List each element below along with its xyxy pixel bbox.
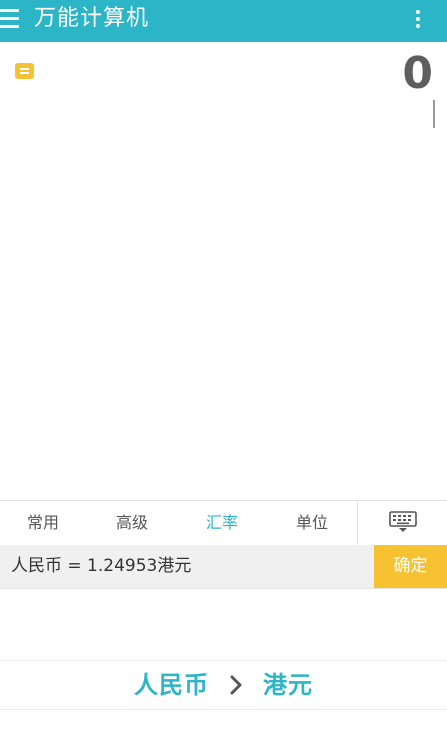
history-list-icon[interactable]: [15, 63, 34, 79]
calculator-app: 万能计算机 0 常用 高级 汇率 单位 人民币 = 1.24953港元 确定 人…: [0, 0, 447, 730]
divider: [0, 709, 447, 710]
display-value: 0: [402, 48, 433, 99]
keyboard-hide-icon: [389, 511, 417, 532]
exchange-input-row[interactable]: 人民币 = 1.24953港元 确定: [0, 545, 447, 589]
currency-selector: 人民币 港元: [0, 661, 447, 709]
tab-units[interactable]: 单位: [268, 501, 356, 545]
from-currency[interactable]: 人民币: [134, 661, 209, 709]
mode-tabs: 常用 高级 汇率 单位: [0, 500, 447, 546]
confirm-button[interactable]: 确定: [374, 545, 447, 588]
tab-advanced[interactable]: 高级: [89, 501, 175, 545]
app-title: 万能计算机: [34, 6, 150, 31]
exchange-rate-expression[interactable]: 人民币 = 1.24953港元: [11, 545, 191, 588]
hamburger-menu-icon[interactable]: [0, 9, 19, 29]
app-bar: 万能计算机: [0, 0, 447, 42]
tab-common[interactable]: 常用: [0, 501, 86, 545]
keyboard-toggle-button[interactable]: [357, 501, 447, 545]
tab-exchange-rate[interactable]: 汇率: [178, 501, 266, 545]
chevron-right-icon: [230, 675, 242, 695]
text-cursor: [433, 100, 435, 128]
more-vertical-icon[interactable]: [415, 10, 421, 28]
to-currency[interactable]: 港元: [263, 661, 313, 709]
